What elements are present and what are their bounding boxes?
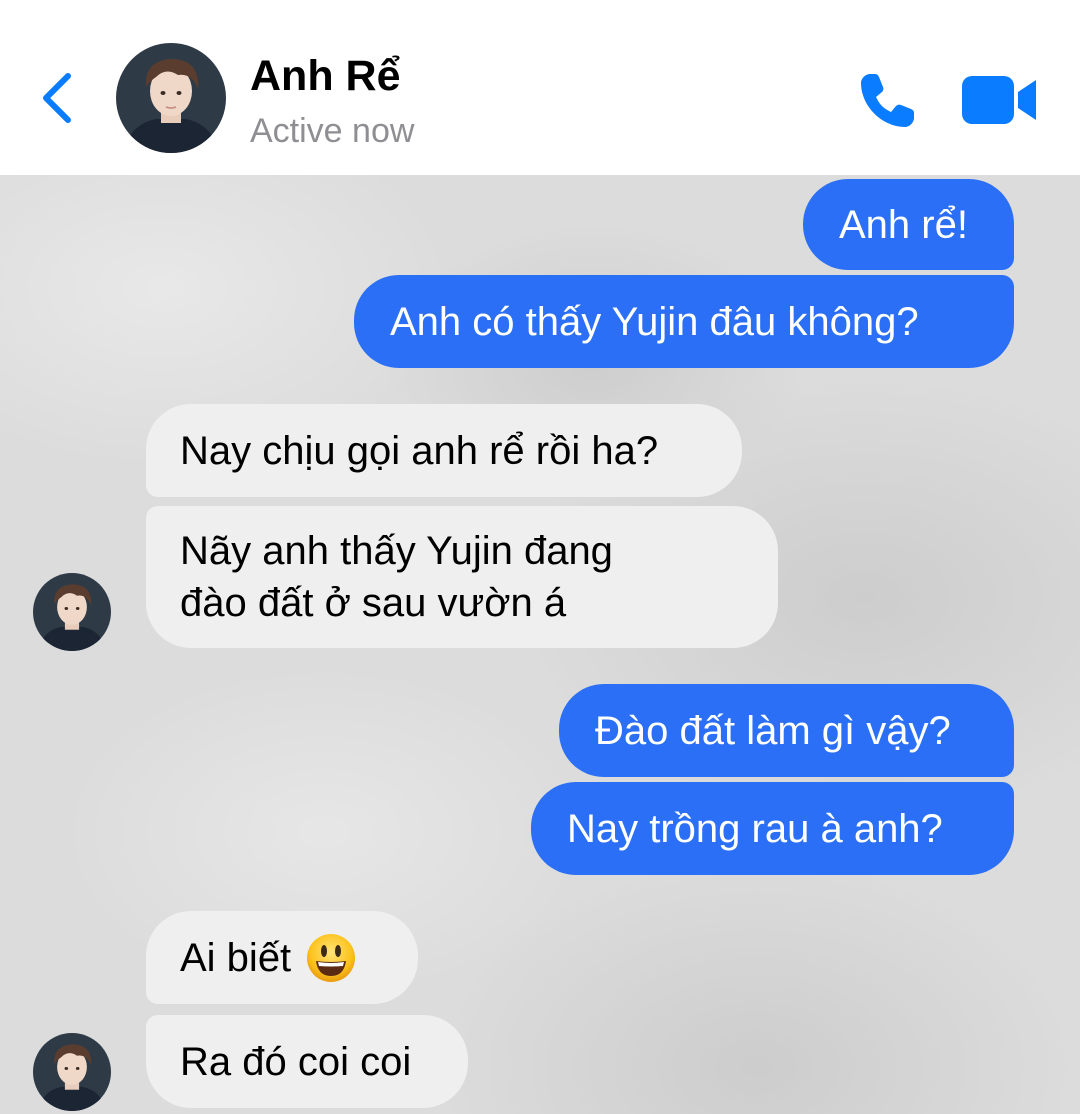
contact-avatar-small[interactable]: [33, 1033, 111, 1111]
video-camera-icon: [962, 76, 1036, 124]
active-status: Active now: [250, 112, 415, 150]
contact-avatar[interactable]: [116, 43, 226, 153]
message-text: Anh rể!: [839, 202, 968, 247]
message-thread[interactable]: Anh rể! Anh có thấy Yujin đâu không? Nay…: [0, 175, 1080, 1114]
back-button[interactable]: [30, 62, 90, 134]
voice-call-button[interactable]: [856, 68, 920, 132]
contact-avatar-small[interactable]: [33, 573, 111, 651]
message-bubble-incoming[interactable]: Nãy anh thấy Yujin đang đào đất ở sau vư…: [146, 506, 778, 648]
message-text: Nay chịu gọi anh rể rồi ha?: [180, 428, 659, 473]
message-text: Ra đó coi coi: [180, 1039, 412, 1084]
message-text-line: Nãy anh thấy Yujin đang: [180, 529, 613, 573]
message-text: Nay trồng rau à anh?: [567, 806, 943, 851]
contact-name: Anh Rể: [250, 52, 401, 100]
chat-header: Anh Rể Active now: [0, 0, 1080, 175]
message-bubble-incoming[interactable]: Ra đó coi coi: [146, 1015, 468, 1108]
message-text: Ai biết: [180, 935, 292, 980]
chevron-left-icon: [43, 73, 71, 123]
phone-icon: [861, 74, 914, 127]
message-text: Anh có thấy Yujin đâu không?: [390, 299, 919, 344]
message-text: Đào đất làm gì vậy?: [595, 708, 951, 753]
smiling-face-emoji: [305, 932, 357, 984]
message-bubble-incoming[interactable]: Nay chịu gọi anh rể rồi ha?: [146, 404, 742, 497]
message-bubble-outgoing[interactable]: Nay trồng rau à anh?: [531, 782, 1014, 875]
message-bubble-outgoing[interactable]: Anh rể!: [803, 179, 1014, 270]
message-bubble-outgoing[interactable]: Anh có thấy Yujin đâu không?: [354, 275, 1014, 368]
message-bubble-outgoing[interactable]: Đào đất làm gì vậy?: [559, 684, 1014, 777]
message-text-line: đào đất ở sau vườn á: [180, 581, 567, 625]
message-bubble-incoming[interactable]: Ai biết: [146, 911, 418, 1004]
video-call-button[interactable]: [960, 74, 1038, 126]
